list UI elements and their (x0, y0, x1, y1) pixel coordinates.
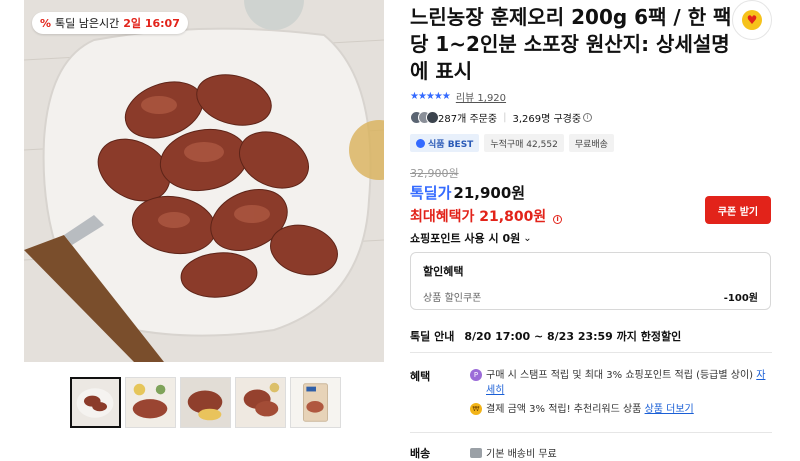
deal-price-label: 톡딜가 (410, 184, 452, 202)
benefit-line1-text: 구매 시 스탬프 적립 및 최대 3% 쇼핑포인트 적립 (등급별 상이) (486, 370, 754, 381)
discount-benefit-box: 할인혜택 상품 할인쿠폰 -100원 (410, 252, 771, 310)
percent-icon: % (40, 16, 52, 30)
time-deal-period: 8/20 17:00 ~ 8/23 23:59 까지 한정할인 (464, 330, 682, 343)
product-tags: 식품 BEST 누적구매 42,552 무료배송 (410, 134, 614, 152)
deal-price: 톡딜가 21,900원 (410, 182, 525, 203)
rating-row: ★★★★★ 리뷰 1,920 (410, 89, 506, 104)
thumbnail-5[interactable] (290, 377, 341, 428)
shopping-points-dropdown[interactable]: 쇼핑포인트 사용 시 0원 ⌄ (410, 230, 532, 246)
truck-icon (470, 447, 482, 458)
best-badge-icon (416, 138, 425, 148)
shipping-label: 배송 (410, 447, 431, 460)
thumbnail-2[interactable] (125, 377, 176, 428)
buyer-avatars (410, 111, 439, 124)
deal-price-value: 21,900원 (453, 184, 526, 202)
discount-title: 할인혜택 (423, 265, 464, 278)
discount-row-value: -100원 (723, 293, 758, 304)
tag-free-shipping: 무료배송 (568, 134, 614, 152)
time-deal-badge: % 톡딜 남은시간 2일 16:07 (32, 12, 188, 34)
benefit-line-points: P 구매 시 스탬프 적립 및 최대 3% 쇼핑포인트 적립 (등급별 상이) … (470, 368, 770, 398)
discount-row-label: 상품 할인쿠폰 (423, 293, 482, 304)
time-deal-label: 톡딜 안내 (410, 330, 455, 343)
thumbnail-4[interactable] (235, 377, 286, 428)
max-benefit-label: 최대혜택가 (410, 209, 475, 225)
shopping-points-label: 쇼핑포인트 사용 시 0원 (410, 232, 521, 245)
chevron-down-icon: ⌄ (523, 232, 532, 244)
viewers-count: 3,269명 구경중 (512, 114, 582, 125)
get-coupon-button[interactable]: 쿠폰 받기 (705, 196, 771, 224)
brand-logo-icon: ♥ (742, 10, 762, 30)
thumbnail-strip (70, 377, 341, 428)
brand-logo[interactable]: ♥ (732, 0, 772, 40)
max-benefit-price: 최대혜택가 21,800원 i (410, 206, 563, 226)
timer-label: 톡딜 남은시간 (55, 17, 120, 30)
shipping-value: 기본 배송비 무료 (486, 449, 557, 460)
info-icon[interactable]: i (553, 215, 563, 224)
original-price: 32,900원 (410, 167, 459, 180)
thumbnail-1[interactable] (70, 377, 121, 428)
divider (410, 432, 772, 433)
discount-row: 상품 할인쿠폰 -100원 (423, 289, 758, 304)
rating-stars-icon: ★★★★★ (410, 91, 451, 102)
benefit-line-reward: ₩ 결제 금액 3% 적립! 추천리워드 상품 상품 더보기 (470, 402, 770, 417)
orders-count: 287개 주문중 (438, 114, 498, 125)
tag-cumulative-purchases: 누적구매 42,552 (484, 134, 564, 152)
max-benefit-value: 21,800원 (479, 209, 547, 225)
social-proof-row: 287개 주문중 | 3,269명 구경중 i (410, 110, 593, 125)
main-product-image[interactable] (24, 0, 384, 362)
info-icon[interactable]: i (583, 113, 593, 122)
review-count-link[interactable]: 리뷰 1,920 (456, 89, 506, 104)
more-products-link[interactable]: 상품 더보기 (645, 404, 694, 415)
timer-value: 2일 16:07 (123, 17, 180, 30)
product-title: 느린농장 훈제오리 200g 6팩 / 한 팩당 1~2인분 소포장 원산지: … (410, 5, 732, 83)
benefit-label: 혜택 (410, 370, 431, 383)
benefit-line2-text: 결제 금액 3% 적립! 추천리워드 상품 (486, 404, 642, 415)
time-deal-info: 톡딜 안내 8/20 17:00 ~ 8/23 23:59 까지 한정할인 (410, 328, 681, 344)
reward-coin-icon: ₩ (470, 403, 482, 415)
divider (410, 352, 772, 353)
tag-food-best[interactable]: 식품 BEST (410, 134, 480, 152)
thumbnail-3[interactable] (180, 377, 231, 428)
point-coin-icon: P (470, 369, 482, 381)
